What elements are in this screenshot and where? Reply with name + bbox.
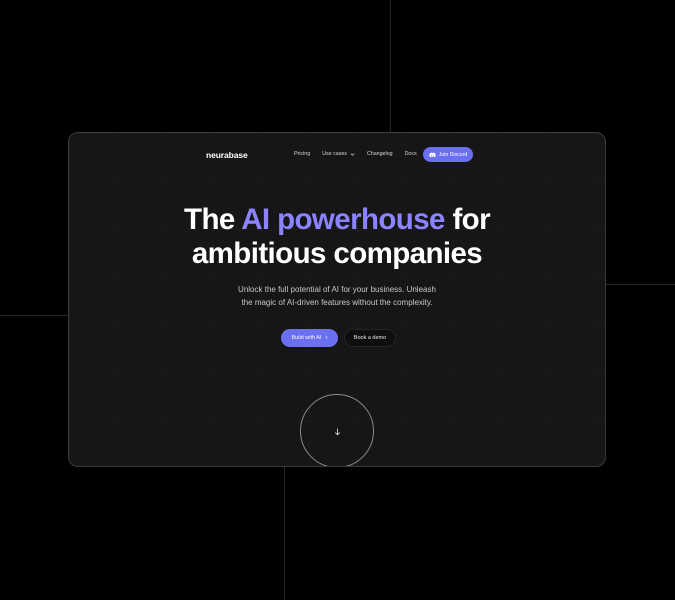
book-demo-label: Book a demo — [353, 335, 387, 341]
hero-title: The AI powerhouse for ambitious companie… — [69, 203, 605, 271]
top-nav: neurabase Pricing Use cases Changelog Do… — [69, 133, 605, 177]
hero-title-line-1: The AI powerhouse for — [69, 203, 605, 237]
bg-gridline-vertical-bottom — [284, 467, 285, 600]
hero-title-accent: AI powerhouse — [241, 203, 445, 236]
chevron-down-icon — [350, 152, 355, 156]
arrow-down-icon — [335, 428, 340, 436]
hero-title-line-2: ambitious companies — [191, 237, 483, 270]
scroll-down-button[interactable] — [300, 394, 374, 466]
book-demo-button[interactable]: Book a demo — [344, 329, 396, 347]
nav-item-use-cases-label: Use cases — [322, 151, 347, 157]
hero-subtitle: Unlock the full potential of AI for your… — [69, 284, 605, 309]
nav-item-docs[interactable]: Docs — [405, 151, 417, 157]
build-with-ai-button[interactable]: Build with AI › — [281, 329, 338, 347]
browser-frame: neurabase Pricing Use cases Changelog Do… — [68, 132, 606, 467]
bg-gridline-horizontal-right — [606, 284, 675, 285]
nav-item-pricing[interactable]: Pricing — [294, 151, 310, 157]
nav-item-use-cases[interactable]: Use cases — [322, 151, 355, 157]
bg-gridline-vertical-top — [390, 0, 391, 132]
hero-subtitle-line-1: Unlock the full potential of AI for your… — [238, 285, 436, 294]
nav-links: Pricing Use cases Changelog Docs — [294, 151, 429, 157]
build-with-ai-label: Build with AI — [291, 335, 322, 341]
hero-title-post: for — [444, 203, 490, 236]
brand-logo[interactable]: neurabase — [206, 150, 248, 160]
hero-subtitle-line-2: the magic of AI-driven features without … — [241, 297, 433, 307]
nav-item-changelog[interactable]: Changelog — [367, 151, 393, 157]
hero-title-pre: The — [184, 203, 242, 236]
bg-gridline-horizontal-left — [0, 315, 68, 316]
discord-icon — [429, 152, 436, 157]
chevron-right-icon: › — [325, 335, 328, 341]
join-discord-button[interactable]: Join Discord — [423, 147, 473, 162]
join-discord-label: Join Discord — [438, 151, 468, 158]
